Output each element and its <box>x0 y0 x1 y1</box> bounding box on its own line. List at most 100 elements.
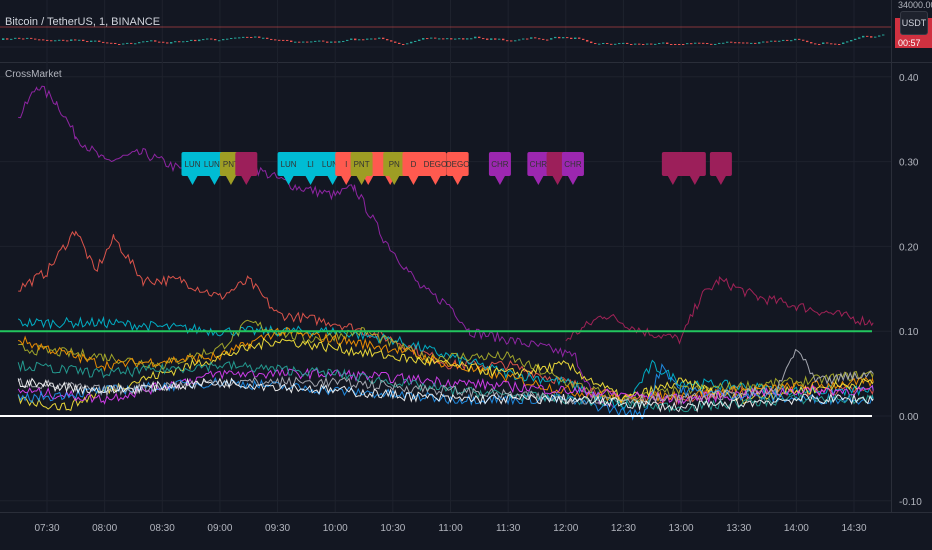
time-axis-border <box>0 512 932 513</box>
candle <box>386 39 389 41</box>
candle <box>158 41 161 43</box>
candle <box>14 37 17 39</box>
signal-marker: DEGO <box>446 152 470 185</box>
candle <box>774 40 777 42</box>
candle <box>246 36 249 38</box>
candle <box>562 37 565 39</box>
candle <box>498 38 501 40</box>
candle <box>134 43 137 45</box>
candle <box>514 40 517 42</box>
signal-marker <box>235 152 258 185</box>
candle <box>402 44 405 45</box>
y-tick-label: 0.00 <box>899 412 919 423</box>
candle <box>678 44 681 45</box>
candle <box>482 38 485 40</box>
candle <box>38 39 41 41</box>
candle <box>762 41 765 43</box>
candle <box>314 40 317 42</box>
candle <box>374 38 377 40</box>
candle <box>866 35 869 37</box>
candle <box>322 40 325 42</box>
candle <box>778 40 781 42</box>
candle <box>530 37 533 39</box>
candle <box>662 42 665 44</box>
candle <box>22 38 25 40</box>
y-tick-label: -0.10 <box>899 497 922 508</box>
candle <box>834 43 837 45</box>
candle <box>806 40 809 43</box>
marker-label: LUN <box>281 160 297 169</box>
candle <box>254 36 257 38</box>
price-candles <box>2 34 885 45</box>
x-tick-label: 13:00 <box>669 523 694 534</box>
marker-pointer-icon <box>430 176 441 185</box>
candle <box>882 34 885 36</box>
candle <box>98 40 101 42</box>
candle <box>350 38 353 40</box>
candle <box>194 39 197 42</box>
candle <box>614 43 617 45</box>
candle <box>218 40 221 42</box>
series-line-red <box>18 230 874 406</box>
candle <box>6 38 9 40</box>
marker-pointer-icon <box>341 176 352 185</box>
chart-canvas[interactable]: 07:30 08:00 08:30 09:00 09:30 10:00 10:30 11:00… <box>0 0 932 550</box>
candle <box>202 39 205 41</box>
candle <box>338 41 341 43</box>
candle <box>26 37 29 39</box>
candle <box>354 38 357 41</box>
marker-pointer-icon <box>667 176 678 185</box>
marker-pointer-icon <box>209 176 220 185</box>
candle <box>82 39 85 42</box>
candle <box>686 43 689 45</box>
x-tick-label: 12:00 <box>553 523 578 534</box>
candle <box>746 42 749 44</box>
candle <box>290 40 293 42</box>
y-tick-label: 0.40 <box>899 73 919 84</box>
candle <box>522 38 525 40</box>
candle <box>278 39 281 41</box>
currency-button[interactable]: USDT <box>900 11 928 35</box>
candle <box>182 41 185 43</box>
candle <box>162 41 165 43</box>
marker-pointer-icon <box>241 176 252 185</box>
candle <box>50 40 53 42</box>
candle <box>422 38 425 40</box>
candle <box>822 42 825 44</box>
signal-marker: CHR <box>488 152 511 185</box>
candle <box>346 39 349 41</box>
candle <box>170 42 173 44</box>
candle <box>102 41 105 43</box>
candle <box>598 43 601 45</box>
signal-marker: CHR <box>561 152 584 185</box>
candle <box>166 42 169 44</box>
marker-label: CHR <box>491 160 509 169</box>
marker-label: D <box>411 160 417 169</box>
candle <box>730 41 733 43</box>
series-line-maroon <box>565 275 874 345</box>
candle <box>2 38 5 40</box>
candle <box>186 40 189 42</box>
candle <box>642 44 645 45</box>
marker-label: DEGO <box>446 160 470 169</box>
x-tick-label: 11:30 <box>496 523 521 534</box>
x-tick-label: 12:30 <box>611 523 636 534</box>
candle <box>606 42 609 44</box>
signal-marker <box>709 152 732 185</box>
x-tick-label: 07:30 <box>34 523 59 534</box>
candle <box>406 43 409 45</box>
marker-pointer-icon <box>533 176 544 185</box>
bar-countdown: 00:57 <box>898 38 921 48</box>
candle <box>782 39 785 41</box>
candle <box>318 40 321 42</box>
candle <box>234 37 237 39</box>
candle <box>538 38 541 40</box>
x-tick-label: 09:30 <box>265 523 290 534</box>
marker-box <box>235 152 258 176</box>
candle <box>226 38 229 40</box>
candle <box>798 38 801 40</box>
y-tick-label: 0.10 <box>899 327 919 338</box>
candle <box>770 40 773 42</box>
candle <box>294 41 297 43</box>
marker-pointer-icon <box>225 176 236 185</box>
